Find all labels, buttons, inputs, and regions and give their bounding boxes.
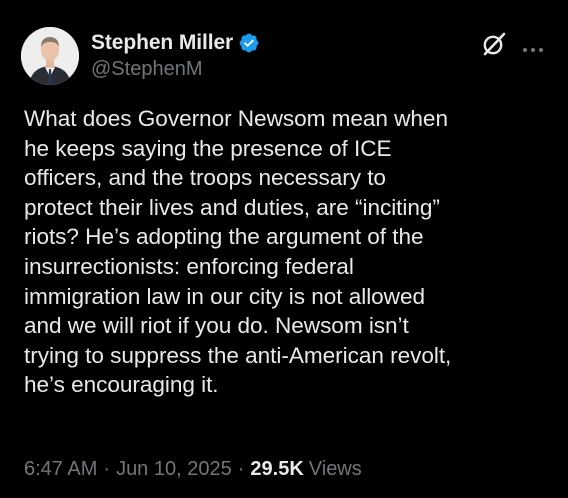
views-label[interactable]: Views: [309, 458, 362, 481]
views-count[interactable]: 29.5K: [250, 458, 303, 481]
more-options-icon[interactable]: [522, 40, 544, 53]
profile-photo-icon: [21, 27, 79, 85]
avatar[interactable]: [21, 27, 79, 85]
meta-separator: ·: [103, 458, 111, 480]
tweet-time[interactable]: 6:47 AM: [24, 458, 97, 481]
author-name-row[interactable]: Stephen Miller: [91, 30, 260, 56]
author-display-name[interactable]: Stephen Miller: [91, 31, 233, 55]
tweet: Stephen Miller @StephenM What does Gover…: [0, 0, 568, 498]
meta-separator: ·: [237, 458, 245, 480]
grok-icon[interactable]: [481, 31, 507, 57]
tweet-text: What does Governor Newsom mean when he k…: [24, 106, 452, 398]
verified-badge-icon[interactable]: [238, 32, 260, 54]
tweet-meta: 6:47 AM · Jun 10, 2025 · 29.5K Views: [24, 458, 362, 481]
author-handle[interactable]: @StephenM: [91, 58, 202, 81]
tweet-date[interactable]: Jun 10, 2025: [116, 458, 232, 481]
